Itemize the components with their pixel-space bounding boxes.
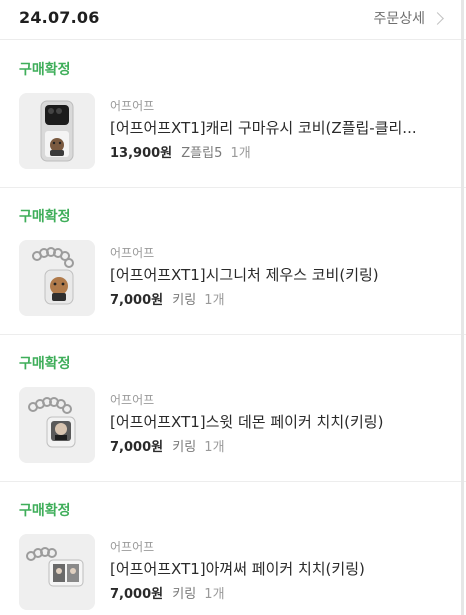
- product-thumbnail-phone-case[interactable]: [19, 93, 95, 169]
- keyring-image: [19, 240, 95, 316]
- keyring-image: [19, 387, 95, 463]
- quantity: 1개: [230, 146, 251, 161]
- order-item[interactable]: 구매확정 어프어프 [어프어프XT1]캐리 구마유시 코비(Z플립-클리... …: [0, 41, 466, 188]
- order-header: 24.07.06 주문상세: [0, 0, 466, 40]
- price-line: 7,000원 키링 1개: [110, 289, 225, 308]
- product-name[interactable]: [어프어프XT1]캐리 구마유시 코비(Z플립-클리...: [110, 117, 450, 138]
- option: 키링: [172, 440, 197, 455]
- order-detail-label: 주문상세: [373, 11, 425, 27]
- price-line: 7,000원 키링 1개: [110, 583, 225, 602]
- price: 7,000원: [110, 440, 164, 455]
- order-detail-button[interactable]: 주문상세: [373, 8, 444, 28]
- purchase-status: 구매확정: [19, 209, 71, 225]
- option: 키링: [172, 587, 197, 602]
- keyring-image: [19, 534, 95, 610]
- product-thumbnail-keyring[interactable]: [19, 534, 95, 610]
- price: 13,900원: [110, 146, 173, 161]
- price: 7,000원: [110, 293, 164, 308]
- quantity: 1개: [204, 587, 225, 602]
- purchase-status: 구매확정: [19, 356, 71, 372]
- purchase-status: 구매확정: [19, 503, 71, 519]
- brand-name: 어프어프: [110, 540, 155, 554]
- phone-case-image: [19, 93, 95, 169]
- product-name[interactable]: [어프어프XT1]시그니처 제우스 코비(키링): [110, 264, 450, 285]
- order-item[interactable]: 구매확정 어프어프 [어프어프XT1]스윗 데몬 페이커 치치(키링) 7,00…: [0, 335, 466, 482]
- option: 키링: [172, 293, 197, 308]
- scrollbar[interactable]: [461, 0, 464, 615]
- purchase-status: 구매확정: [19, 62, 71, 78]
- product-name[interactable]: [어프어프XT1]아껴써 페이커 치치(키링): [110, 558, 450, 579]
- option: Z플립5: [181, 146, 223, 161]
- product-thumbnail-keyring[interactable]: [19, 240, 95, 316]
- price: 7,000원: [110, 587, 164, 602]
- price-line: 7,000원 키링 1개: [110, 436, 225, 455]
- order-item[interactable]: 구매확정 어프어프 [어프어프XT1]시그니처 제우스 코비(키링) 7,000…: [0, 188, 466, 335]
- brand-name: 어프어프: [110, 99, 155, 113]
- order-date: 24.07.06: [19, 8, 100, 27]
- quantity: 1개: [204, 440, 225, 455]
- product-name[interactable]: [어프어프XT1]스윗 데몬 페이커 치치(키링): [110, 411, 450, 432]
- chevron-right-icon: [431, 12, 444, 25]
- brand-name: 어프어프: [110, 246, 155, 260]
- brand-name: 어프어프: [110, 393, 155, 407]
- order-item[interactable]: 구매확정 어프어프 [어프어프XT1]아껴써 페이커 치치(키링) 7,000원…: [0, 482, 466, 615]
- price-line: 13,900원 Z플립5 1개: [110, 142, 251, 161]
- product-thumbnail-keyring[interactable]: [19, 387, 95, 463]
- quantity: 1개: [204, 293, 225, 308]
